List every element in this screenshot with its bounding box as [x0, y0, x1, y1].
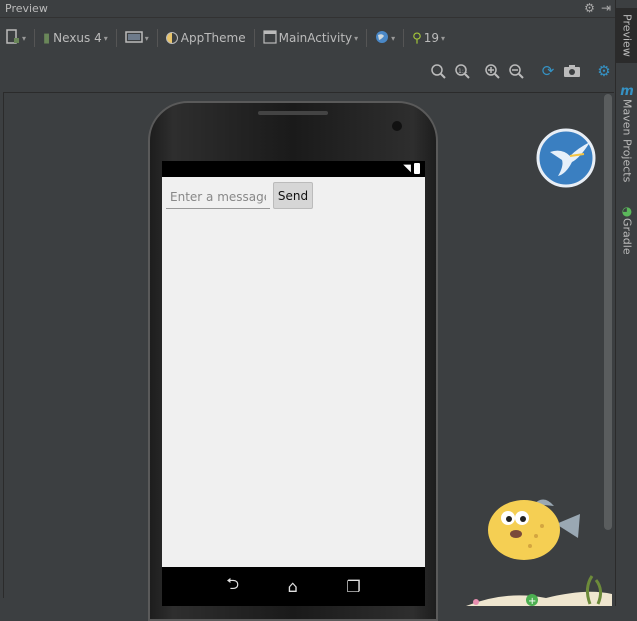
back-icon[interactable]: ⮌ — [226, 573, 239, 600]
right-tool-sidebar: Preview m Maven Projects ◕ Gradle — [615, 0, 637, 606]
phone-icon: ▮ — [43, 30, 51, 46]
orientation-dropdown[interactable]: ▾ — [119, 26, 155, 50]
preview-tab[interactable]: Preview — [616, 8, 637, 63]
android-icon: ⚲ — [412, 30, 422, 46]
panel-title: Preview — [5, 2, 48, 15]
settings-icon[interactable]: ⚙ — [584, 1, 595, 15]
device-screen: ◥ Send ⮌ ⌂ ❐ — [162, 161, 425, 606]
hummingbird-icon — [536, 128, 596, 188]
zoom-in-icon[interactable] — [483, 62, 501, 80]
activity-label: MainActivity — [278, 31, 353, 45]
screenshot-icon[interactable] — [563, 62, 581, 80]
message-input[interactable] — [166, 185, 270, 209]
battery-icon — [414, 163, 420, 174]
device-label: Nexus 4 — [53, 31, 102, 45]
theme-icon — [165, 32, 178, 44]
device-icon — [6, 28, 20, 48]
zoom-actual-icon[interactable]: 1:1 — [453, 62, 471, 80]
device-dropdown[interactable]: ▮ Nexus 4 ▾ — [37, 26, 114, 50]
wifi-icon: ◥ — [403, 163, 411, 174]
gradle-icon: ◕ — [621, 204, 633, 218]
api-label: 19 — [423, 31, 439, 45]
maven-projects-tab[interactable]: m Maven Projects — [616, 84, 637, 182]
theme-label: AppTheme — [180, 31, 246, 45]
device-config-button[interactable]: ▾ — [0, 26, 32, 50]
navigation-bar: ⮌ ⌂ ❐ — [162, 567, 425, 606]
theme-button[interactable]: AppTheme — [160, 26, 252, 50]
front-camera — [392, 121, 402, 131]
orientation-icon — [125, 30, 143, 47]
globe-icon — [375, 30, 389, 47]
maven-icon: m — [620, 84, 634, 99]
status-bar: ◥ — [162, 161, 425, 177]
locale-dropdown[interactable]: ▾ — [369, 26, 401, 50]
maven-tab-label: Maven Projects — [620, 99, 634, 183]
send-button[interactable]: Send — [273, 182, 313, 209]
activity-icon — [263, 29, 277, 47]
zoom-out-icon[interactable] — [507, 62, 525, 80]
preview-title-bar: Preview ⚙ ⇥ — [0, 0, 615, 18]
activity-dropdown[interactable]: MainActivity ▾ — [257, 26, 365, 50]
recents-icon[interactable]: ❐ — [346, 577, 360, 596]
hide-icon[interactable]: ⇥ — [601, 1, 611, 15]
seabed-decoration: + — [466, 574, 612, 607]
pufferfish-icon — [486, 496, 582, 564]
refresh-icon[interactable]: ⟳ — [539, 62, 557, 80]
api-level-dropdown[interactable]: ⚲ 19 ▾ — [406, 26, 451, 50]
zoom-fit-icon[interactable] — [429, 62, 447, 80]
speaker-grille — [258, 111, 328, 115]
preview-toolbar: ▾ ▮ Nexus 4 ▾ ▾ AppTheme MainActivity ▾ ▾ … — [0, 24, 615, 52]
svg-text:+: + — [528, 596, 536, 606]
options-icon[interactable]: ⚙ — [595, 62, 613, 80]
gradle-tab[interactable]: ◕ Gradle — [616, 204, 637, 255]
home-icon[interactable]: ⌂ — [288, 577, 298, 596]
zoom-toolbar: 1:1 ⟳ ⚙ — [429, 60, 613, 82]
preview-tab-label: Preview — [620, 14, 634, 57]
vertical-scrollbar[interactable] — [604, 94, 612, 530]
gradle-tab-label: Gradle — [620, 218, 634, 255]
app-content: Send — [162, 177, 425, 567]
